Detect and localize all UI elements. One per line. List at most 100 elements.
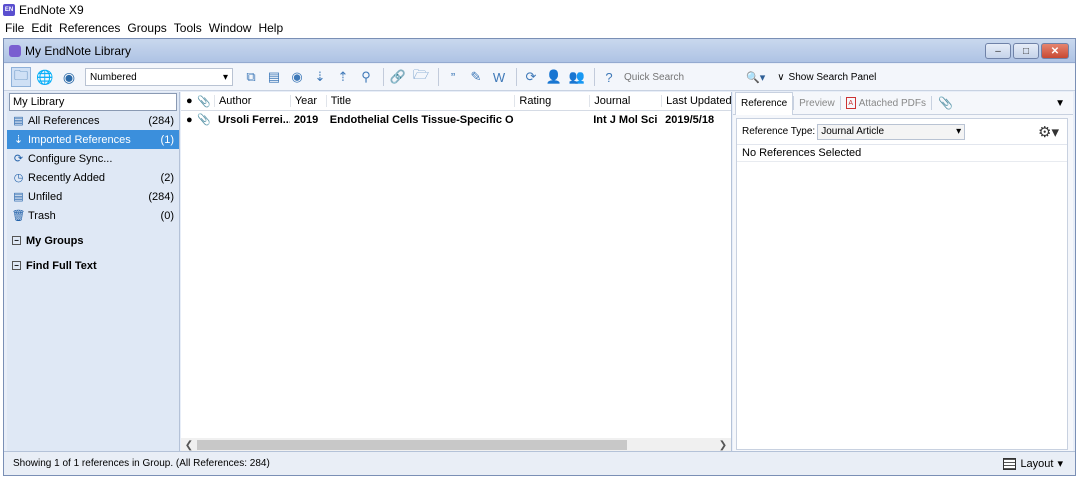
return-to-word-icon[interactable]: W bbox=[489, 67, 509, 87]
integrated-library-mode-icon[interactable]: ◉ bbox=[59, 67, 79, 87]
sync-icon[interactable]: ⟳ bbox=[521, 67, 541, 87]
column-author[interactable]: Author bbox=[213, 95, 290, 107]
group-recently-added[interactable]: ◷ Recently Added (2) bbox=[7, 168, 179, 187]
scroll-right-icon[interactable]: ❯ bbox=[715, 440, 731, 451]
group-label: Trash bbox=[28, 209, 56, 222]
tab-attached-pdfs[interactable]: A Attached PDFs bbox=[841, 92, 931, 115]
scroll-thumb[interactable] bbox=[197, 440, 627, 450]
column-title[interactable]: Title bbox=[325, 95, 515, 107]
minimize-icon[interactable]: – bbox=[985, 43, 1011, 59]
quick-search-input[interactable] bbox=[624, 68, 742, 86]
column-year[interactable]: Year bbox=[289, 95, 326, 107]
cell-year: 2019 bbox=[293, 113, 319, 126]
group-count: (0) bbox=[160, 209, 174, 222]
chevron-down-icon: ▾ bbox=[1057, 458, 1063, 470]
imported-references-icon: ⇣ bbox=[13, 134, 24, 146]
section-label: My Groups bbox=[26, 234, 84, 247]
close-icon[interactable]: ✕ bbox=[1041, 43, 1069, 59]
toolbar-separator bbox=[383, 68, 384, 86]
column-journal[interactable]: Journal bbox=[589, 95, 661, 107]
help-icon[interactable]: ? bbox=[599, 67, 619, 87]
empty-state-message: No References Selected bbox=[737, 145, 1067, 162]
local-library-mode-icon[interactable]: 🗀 bbox=[11, 67, 31, 87]
groups-pane: My Library ▤ All References (284) ⇣ Impo… bbox=[7, 92, 180, 452]
sync-icon: ⟳ bbox=[13, 153, 24, 165]
panel-menu-icon[interactable]: ▼ bbox=[1055, 98, 1065, 109]
menu-groups[interactable]: Groups bbox=[124, 21, 169, 35]
app-title: EndNote X9 bbox=[19, 2, 84, 17]
menu-file[interactable]: File bbox=[2, 21, 27, 35]
reference-panel: Reference Preview A Attached PDFs 📎 ▼ Re… bbox=[733, 91, 1073, 452]
scroll-left-icon[interactable]: ❮ bbox=[181, 440, 197, 451]
library-mode-header[interactable]: My Library bbox=[9, 93, 177, 111]
tab-reference[interactable]: Reference bbox=[735, 91, 794, 115]
tab-attached-pdfs-label: Attached PDFs bbox=[858, 97, 926, 109]
collapse-icon[interactable]: − bbox=[12, 261, 21, 270]
share-library-icon[interactable]: 👤 bbox=[544, 67, 564, 87]
group-all-references[interactable]: ▤ All References (284) bbox=[7, 111, 179, 130]
format-bibliography-icon[interactable]: ✎ bbox=[466, 67, 486, 87]
library-icon bbox=[9, 44, 21, 57]
group-label: Unfiled bbox=[28, 190, 63, 203]
all-references-icon: ▤ bbox=[13, 115, 24, 127]
library-window: My EndNote Library – □ ✕ 🗀 🌐 ◉ Numbered … bbox=[3, 38, 1076, 476]
library-title: My EndNote Library bbox=[25, 43, 132, 58]
scroll-track[interactable] bbox=[197, 440, 715, 450]
show-search-panel-button[interactable]: ∨ Show Search Panel bbox=[777, 72, 876, 83]
maximize-icon[interactable]: □ bbox=[1013, 43, 1039, 59]
search-icon[interactable]: 🔍▾ bbox=[746, 71, 765, 84]
group-imported-references[interactable]: ⇣ Imported References (1) bbox=[7, 130, 179, 149]
tab-preview[interactable]: Preview bbox=[794, 92, 840, 115]
insert-citation-icon[interactable]: ” bbox=[443, 67, 463, 87]
group-count: (1) bbox=[160, 133, 174, 146]
app-titlebar: EN EndNote X9 bbox=[0, 0, 1080, 19]
collapse-icon[interactable]: − bbox=[12, 236, 21, 245]
cell-author: Ursoli Ferrei... bbox=[217, 113, 290, 126]
open-file-icon[interactable]: 🗁 bbox=[411, 67, 431, 87]
attachment-column-icon[interactable]: 📎 bbox=[194, 95, 214, 108]
new-reference-icon[interactable]: ▤ bbox=[264, 67, 284, 87]
output-style-select[interactable]: Numbered ▾ bbox=[85, 68, 233, 86]
layout-button[interactable]: Layout ▾ bbox=[1003, 455, 1063, 472]
output-style-value: Numbered bbox=[90, 71, 137, 83]
column-last-updated[interactable]: Last Updated bbox=[661, 95, 731, 107]
online-search-icon[interactable]: ◉ bbox=[287, 67, 307, 87]
reference-editor: Reference Type: Journal Article ▾ ⚙▾ No … bbox=[736, 118, 1068, 450]
menu-references[interactable]: References bbox=[56, 21, 123, 35]
attachment-icon: 📎 bbox=[197, 114, 211, 126]
table-row[interactable]: ● 📎 Ursoli Ferrei... 2019 Endothelial Ce… bbox=[181, 111, 731, 128]
cell-last-updated: 2019/5/18 bbox=[665, 113, 715, 126]
open-link-icon[interactable]: 🔗 bbox=[388, 67, 408, 87]
read-status-column-icon[interactable]: ● bbox=[181, 95, 194, 107]
menu-help[interactable]: Help bbox=[255, 21, 286, 35]
groups-shared-icon[interactable]: 👥 bbox=[567, 67, 587, 87]
gear-icon[interactable]: ⚙▾ bbox=[1038, 123, 1059, 141]
attach-file-icon[interactable]: 📎 bbox=[938, 96, 953, 110]
status-text: Showing 1 of 1 references in Group. (All… bbox=[13, 458, 270, 469]
group-label: Configure Sync... bbox=[28, 152, 113, 165]
layout-icon bbox=[1003, 457, 1017, 470]
unread-dot-icon: ● bbox=[186, 113, 193, 126]
online-search-mode-icon[interactable]: 🌐 bbox=[35, 67, 55, 87]
reference-type-select[interactable]: Journal Article ▾ bbox=[817, 123, 966, 140]
group-trash[interactable]: 🗑 Trash (0) bbox=[7, 206, 179, 225]
menu-edit[interactable]: Edit bbox=[28, 21, 55, 35]
cell-journal: Int J Mol Sci bbox=[593, 113, 658, 126]
menu-window[interactable]: Window bbox=[206, 21, 255, 35]
find-full-text-section[interactable]: − Find Full Text bbox=[7, 253, 179, 278]
menu-tools[interactable]: Tools bbox=[171, 21, 205, 35]
cell-title: Endothelial Cells Tissue-Specific Orig..… bbox=[329, 113, 515, 126]
group-unfiled[interactable]: ▤ Unfiled (284) bbox=[7, 187, 179, 206]
group-label: Recently Added bbox=[28, 171, 106, 184]
group-configure-sync[interactable]: ⟳ Configure Sync... bbox=[7, 149, 179, 168]
export-icon[interactable]: ⇡ bbox=[333, 67, 353, 87]
column-rating[interactable]: Rating bbox=[514, 95, 589, 107]
group-count: (284) bbox=[148, 114, 174, 127]
layout-label: Layout bbox=[1020, 457, 1054, 470]
my-groups-section[interactable]: − My Groups bbox=[7, 228, 179, 253]
horizontal-scrollbar[interactable]: ❮ ❯ bbox=[181, 438, 731, 452]
pdf-icon: A bbox=[845, 97, 856, 109]
find-full-text-icon[interactable]: ⚲ bbox=[356, 67, 376, 87]
copy-to-library-icon[interactable]: ⧉ bbox=[241, 67, 261, 87]
import-icon[interactable]: ⇣ bbox=[310, 67, 330, 87]
